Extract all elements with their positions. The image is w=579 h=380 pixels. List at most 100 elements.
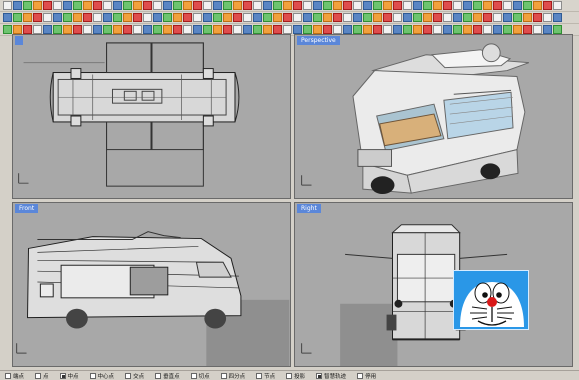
open-icon[interactable] (383, 13, 392, 22)
light-icon[interactable] (183, 1, 192, 10)
rectangle-icon[interactable] (103, 25, 112, 34)
rotate-icon[interactable] (403, 25, 412, 34)
open-icon[interactable] (313, 25, 322, 34)
zoom-extents-icon[interactable] (63, 13, 72, 22)
rotate-icon[interactable] (33, 13, 42, 22)
help-icon[interactable] (363, 13, 372, 22)
material-icon[interactable] (533, 13, 542, 22)
cut-icon[interactable] (43, 1, 52, 10)
material-icon[interactable] (93, 13, 102, 22)
new-file-icon[interactable] (373, 13, 382, 22)
status-item-tangent[interactable]: 切点 (190, 372, 210, 380)
fillet-icon[interactable] (333, 1, 342, 10)
cylinder-icon[interactable] (173, 25, 182, 34)
light-icon[interactable] (43, 25, 52, 34)
status-checkbox[interactable] (220, 372, 227, 379)
light-icon[interactable] (553, 13, 562, 22)
front-viewport[interactable]: Front (12, 202, 291, 367)
sphere-icon[interactable] (233, 13, 242, 22)
fillet-icon[interactable] (193, 25, 202, 34)
open-icon[interactable] (13, 1, 22, 10)
snap-icon[interactable] (73, 25, 82, 34)
polyline-icon[interactable] (183, 13, 192, 22)
paste-icon[interactable] (433, 13, 442, 22)
copy-icon[interactable] (53, 1, 62, 10)
zoom-window-icon[interactable] (53, 13, 62, 22)
rotate-icon[interactable] (473, 13, 482, 22)
zoom-icon[interactable] (113, 1, 122, 10)
rectangle-icon[interactable] (243, 1, 252, 10)
snap-icon[interactable] (213, 1, 222, 10)
redo-icon[interactable] (83, 1, 92, 10)
new-file-icon[interactable] (303, 25, 312, 34)
rectangle-icon[interactable] (543, 25, 552, 34)
status-checkbox[interactable] (190, 372, 197, 379)
status-item-intersection[interactable]: 交点 (125, 372, 144, 380)
surface-icon[interactable] (213, 13, 222, 22)
explode-icon[interactable] (233, 25, 242, 34)
zoom-window-icon[interactable] (423, 25, 432, 34)
measure-icon[interactable] (523, 25, 532, 34)
sphere-icon[interactable] (163, 25, 172, 34)
move-icon[interactable] (273, 25, 282, 34)
status-checkbox[interactable] (125, 372, 132, 379)
layer-icon[interactable] (83, 13, 92, 22)
rectangle-icon[interactable] (173, 13, 182, 22)
curve-icon[interactable] (273, 1, 282, 10)
join-icon[interactable] (363, 1, 372, 10)
undo-icon[interactable] (513, 1, 522, 10)
redo-icon[interactable] (453, 13, 462, 22)
scale-icon[interactable] (263, 25, 272, 34)
arc-icon[interactable] (263, 1, 272, 10)
zoom-extents-icon[interactable] (433, 25, 442, 34)
array-icon[interactable] (253, 25, 262, 34)
save-icon[interactable] (463, 1, 472, 10)
render-icon[interactable] (103, 13, 112, 22)
snap-icon[interactable] (513, 25, 522, 34)
measure-icon[interactable] (223, 1, 232, 10)
status-item-endpoint[interactable]: 端点 (5, 372, 24, 380)
polyline-icon[interactable] (553, 25, 562, 34)
curve-icon[interactable] (203, 13, 212, 22)
zoom-icon[interactable] (43, 13, 52, 22)
status-checkbox[interactable] (286, 372, 293, 379)
layer-icon[interactable] (523, 13, 532, 22)
paste-icon[interactable] (63, 1, 72, 10)
select-icon[interactable] (143, 1, 152, 10)
print-icon[interactable] (33, 1, 42, 10)
print-icon[interactable] (403, 13, 412, 22)
join-icon[interactable] (293, 13, 302, 22)
rotate-3d-icon[interactable] (423, 1, 432, 10)
status-item-project[interactable]: 投影 (286, 372, 305, 380)
boolean-icon[interactable] (253, 13, 262, 22)
zoom-icon[interactable] (553, 1, 562, 10)
array-icon[interactable] (393, 1, 402, 10)
status-checkbox[interactable] (155, 372, 162, 379)
measure-icon[interactable] (153, 13, 162, 22)
split-icon[interactable] (213, 25, 222, 34)
status-item-perpendicular[interactable]: 垂直点 (155, 372, 180, 380)
status-checkbox[interactable] (5, 372, 11, 379)
zoom-extents-icon[interactable] (133, 1, 142, 10)
material-icon[interactable] (23, 25, 32, 34)
status-item-disable[interactable]: 停用 (357, 372, 376, 380)
mirror-icon[interactable] (243, 25, 252, 34)
grid-icon[interactable] (133, 13, 142, 22)
save-icon[interactable] (323, 25, 332, 34)
boolean-icon[interactable] (183, 25, 192, 34)
redo-icon[interactable] (13, 13, 22, 22)
cut-icon[interactable] (483, 1, 492, 10)
circle-icon[interactable] (163, 13, 172, 22)
status-item-knot[interactable]: 节点 (256, 372, 275, 380)
status-checkbox[interactable] (89, 372, 96, 379)
layer-icon[interactable] (153, 1, 162, 10)
print-icon[interactable] (473, 1, 482, 10)
surface-icon[interactable] (283, 1, 292, 10)
cylinder-icon[interactable] (313, 1, 322, 10)
status-item-midpoint[interactable]: 中点 (59, 372, 79, 380)
box-icon[interactable] (153, 25, 162, 34)
copy-icon[interactable] (353, 25, 362, 34)
pan-icon[interactable] (393, 25, 402, 34)
camera-icon[interactable] (493, 25, 502, 34)
copy-icon[interactable] (493, 1, 502, 10)
